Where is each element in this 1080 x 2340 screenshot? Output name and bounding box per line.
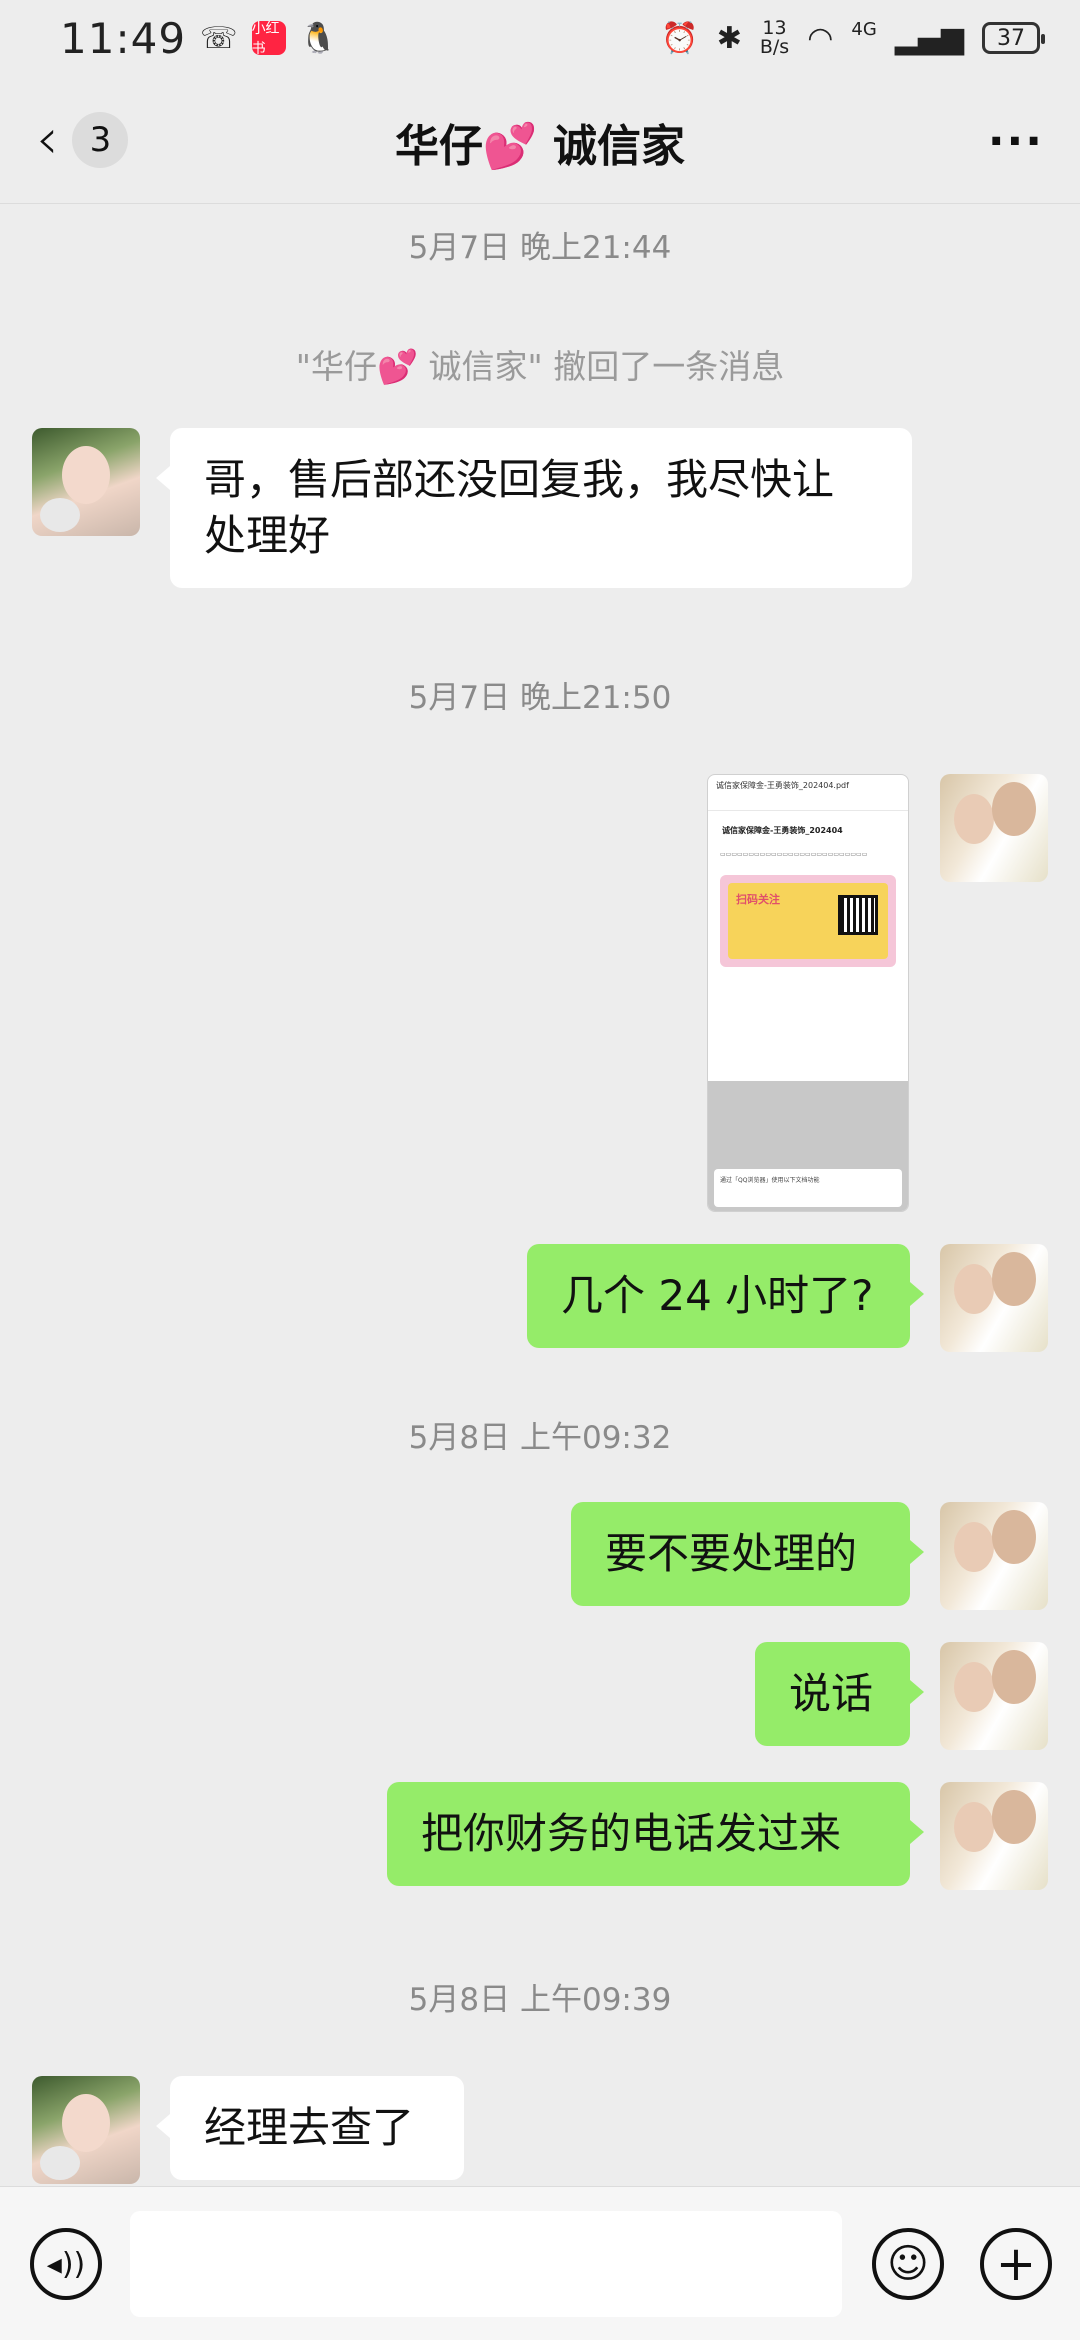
image-card: 扫码关注 (720, 875, 896, 967)
emoji-icon[interactable]: ☺ (872, 2228, 944, 2300)
timestamp: 5月7日 晚上21:50 (408, 680, 672, 716)
contact-avatar[interactable] (32, 2076, 140, 2184)
net-speed: 13 B/s (760, 19, 789, 57)
outgoing-message[interactable]: 把你财务的电话发过来 (387, 1782, 924, 1886)
battery-level: 37 (997, 25, 1025, 51)
image-body-text: ▭▭▭▭▭▭▭▭▭▭▭▭▭▭▭▭▭▭▭▭▭▭▭▭▭▭ (720, 851, 868, 858)
missed-call-icon: ☏ (200, 20, 238, 56)
my-avatar[interactable] (940, 1782, 1048, 1890)
image-doc-title: 诚信家保障金-王勇装饰_202404 (722, 826, 843, 835)
image-file-title: 诚信家保障金-王勇装饰_202404.pdf (708, 775, 908, 811)
input-bar: ◂)) ☺ + (0, 2186, 1080, 2340)
incoming-message[interactable]: 经理去查了 (156, 2076, 464, 2180)
message-line: 哥，售后部还没回复我，我尽快让 (204, 455, 835, 504)
more-icon[interactable]: ··· (988, 116, 1044, 167)
status-bar: 11:49 ☏ 小红书 🐧 ⏰ ✱ 13 B/s ◠ 4G ▂▄▆ 37 (0, 0, 1080, 76)
contact-avatar[interactable] (32, 428, 140, 536)
incoming-message[interactable]: 哥，售后部还没回复我，我尽快让 处理好 (156, 428, 912, 588)
qq-icon: 🐧 (299, 20, 337, 56)
image-message[interactable]: 诚信家保障金-王勇装饰_202404.pdf 诚信家保障金-王勇装饰_20240… (707, 774, 909, 1212)
network-type: 4G (851, 19, 877, 40)
outgoing-message[interactable]: 说话 (755, 1642, 924, 1746)
xiaohongshu-icon: 小红书 (251, 21, 286, 57)
signal-icon: ▂▄▆ (894, 20, 964, 56)
recall-notice: "华仔💕 诚信家" 撤回了一条消息 (295, 347, 785, 386)
timestamp: 5月8日 上午09:39 (408, 1982, 672, 2018)
voice-icon[interactable]: ◂)) (30, 2228, 102, 2300)
my-avatar[interactable] (940, 774, 1048, 882)
my-avatar[interactable] (940, 1642, 1048, 1750)
image-gray-area: 通过「QQ浏览器」使用以下文档功能 (708, 1081, 908, 1211)
image-card-text: 扫码关注 (736, 893, 780, 906)
image-bottom-bar: 通过「QQ浏览器」使用以下文档功能 (714, 1169, 902, 1207)
back-icon: ‹ (36, 107, 59, 172)
message-input[interactable] (130, 2211, 842, 2317)
outgoing-message[interactable]: 要不要处理的 (571, 1502, 924, 1606)
plus-icon[interactable]: + (980, 2228, 1052, 2300)
bluetooth-icon: ✱ (716, 20, 742, 56)
chat-title: 华仔💕 诚信家 (394, 120, 686, 172)
net-speed-unit: B/s (759, 36, 790, 58)
my-avatar[interactable] (940, 1502, 1048, 1610)
timestamp: 5月7日 晚上21:44 (408, 230, 672, 266)
battery-icon: 37 (982, 22, 1045, 54)
outgoing-message[interactable]: 几个 24 小时了? (527, 1244, 924, 1348)
back-button[interactable]: ‹ 3 (36, 107, 129, 172)
wifi-icon: ◠ (807, 20, 834, 56)
alarm-icon: ⏰ (661, 20, 699, 56)
qr-code-icon (838, 895, 878, 935)
chat-header: ‹ 3 华仔💕 诚信家 ··· (0, 80, 1080, 204)
unread-count-badge: 3 (72, 112, 129, 168)
timestamp: 5月8日 上午09:32 (408, 1420, 672, 1456)
message-line: 处理好 (204, 511, 331, 560)
my-avatar[interactable] (940, 1244, 1048, 1352)
status-time: 11:49 (60, 13, 187, 63)
